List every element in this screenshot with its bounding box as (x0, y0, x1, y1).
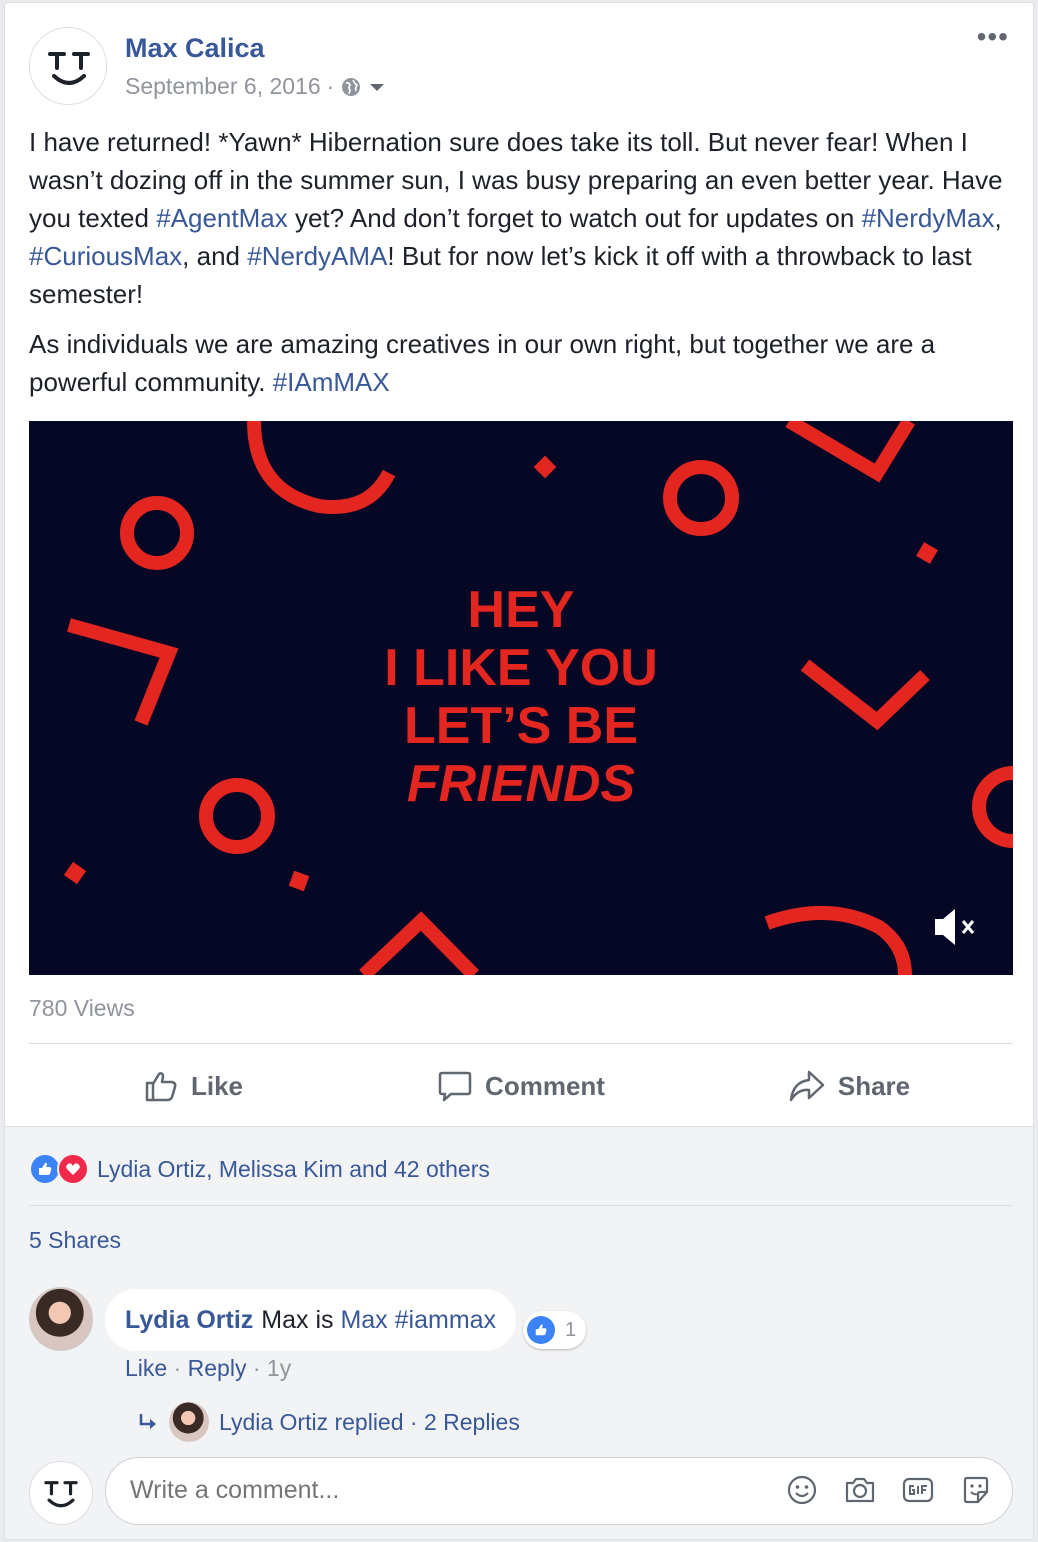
action-bar: Like Comment Share (29, 1047, 1013, 1125)
divider (29, 1205, 1013, 1206)
chevron-down-icon[interactable] (368, 81, 386, 93)
author-avatar[interactable] (29, 27, 107, 105)
comment-bubble-icon (438, 1071, 472, 1102)
composer-tools (784, 1472, 994, 1508)
commenter-name[interactable]: Lydia Ortiz (125, 1306, 253, 1335)
share-button[interactable]: Share (685, 1047, 1013, 1125)
comment-button[interactable]: Comment (357, 1047, 685, 1125)
sticker-icon[interactable] (958, 1472, 994, 1508)
comment-like-badge[interactable]: 1 (523, 1311, 587, 1349)
reply-arrow-icon (139, 1414, 156, 1429)
comment-like-link[interactable]: Like (125, 1355, 167, 1381)
replier-avatar (169, 1402, 209, 1442)
post-paragraph-1: I have returned! *Yawn* Hibernation sure… (29, 127, 1003, 309)
ring-shape (199, 778, 275, 854)
shares-count[interactable]: 5 Shares (29, 1227, 121, 1254)
arc-shape (764, 905, 912, 975)
video-text-line-2: I LIKE YOU (384, 639, 658, 697)
max-logo-icon (44, 1481, 78, 1508)
share-label: Share (837, 1070, 911, 1101)
comment-hashtag[interactable]: #iammax (395, 1306, 496, 1334)
camera-icon[interactable] (842, 1472, 878, 1508)
video-player[interactable]: HEY I LIKE YOU LET’S BE FRIENDS (29, 421, 1013, 975)
ring-shape (120, 496, 194, 570)
video-frame: HEY I LIKE YOU LET’S BE FRIENDS (63, 421, 1013, 975)
share-arrow-icon (789, 1070, 825, 1102)
chevron-shape (800, 659, 930, 731)
video-text-line-3: LET’S BE (404, 697, 638, 755)
view-count: 780 Views (29, 995, 135, 1021)
divider (29, 1043, 1013, 1044)
comments-section: Lydia Ortiz, Melissa Kim and 42 others 5… (5, 1126, 1033, 1539)
comment-time[interactable]: 1y (267, 1355, 291, 1381)
comment-mention[interactable]: Max (340, 1306, 387, 1334)
like-reaction-icon (527, 1316, 555, 1344)
comment-bubble: Lydia Ortiz Max is Max #iammax (105, 1289, 517, 1351)
post-date[interactable]: September 6, 2016 (125, 73, 321, 100)
video-text-line-4: FRIENDS (407, 755, 636, 813)
video-text-line-1: HEY (468, 581, 575, 639)
hashtag-curiousmax[interactable]: #CuriousMax (29, 241, 182, 271)
comment-input[interactable] (130, 1476, 730, 1505)
hashtag-iammax[interactable]: #IAmMAX (273, 367, 390, 397)
globe-icon[interactable] (340, 76, 362, 98)
post-meta: September 6, 2016 · (125, 73, 386, 100)
ring-shape (972, 766, 1013, 848)
dot-shape (916, 542, 938, 564)
comment-like-count: 1 (565, 1318, 577, 1341)
dot-shape (288, 870, 310, 892)
dot-shape (533, 455, 557, 479)
post-text: I have returned! *Yawn* Hibernation sure… (29, 123, 1019, 413)
hashtag-agentmax[interactable]: #AgentMax (156, 203, 288, 233)
post-card: Max Calica September 6, 2016 · ••• I hav… (4, 2, 1034, 1540)
dot-shape (63, 861, 87, 885)
view-replies[interactable]: Lydia Ortiz replied · 2 Replies (137, 1402, 520, 1442)
hashtag-nerdyama[interactable]: #NerdyAMA (247, 241, 387, 271)
gif-icon[interactable] (900, 1472, 936, 1508)
comment-reply-link[interactable]: Reply (188, 1355, 247, 1381)
author-name[interactable]: Max Calica (125, 33, 265, 64)
post-paragraph-2: As individuals we are amazing creatives … (29, 329, 936, 397)
comment-text: Max is Max #iammax (261, 1305, 497, 1334)
bracket-shape (67, 618, 179, 726)
comment-composer[interactable] (105, 1457, 1013, 1525)
thumbs-up-icon (145, 1072, 177, 1102)
post-header: Max Calica September 6, 2016 · ••• (29, 23, 1009, 107)
more-options-icon[interactable]: ••• (977, 23, 1009, 51)
chevron-shape (785, 421, 915, 483)
comment-label: Comment (485, 1070, 605, 1101)
emoji-icon[interactable] (784, 1472, 820, 1508)
comment-meta: Like · Reply · 1y (125, 1355, 292, 1381)
mute-icon[interactable] (935, 909, 975, 945)
like-button[interactable]: Like (29, 1047, 357, 1125)
commenter-avatar[interactable] (29, 1287, 93, 1351)
reactors-text[interactable]: Lydia Ortiz, Melissa Kim and 42 others (97, 1156, 490, 1183)
triangle-shape (359, 911, 479, 975)
replies-text: Lydia Ortiz replied · 2 Replies (219, 1408, 520, 1435)
meta-separator: · (326, 73, 335, 99)
max-logo-icon (48, 52, 90, 85)
hashtag-nerdymax[interactable]: #NerdyMax (862, 203, 995, 233)
like-label: Like (190, 1070, 244, 1101)
love-reaction-icon (57, 1153, 89, 1185)
reactions-summary[interactable]: Lydia Ortiz, Melissa Kim and 42 others (29, 1153, 490, 1185)
arc-shape (247, 421, 396, 514)
user-avatar (29, 1461, 93, 1525)
ring-shape (663, 460, 739, 536)
